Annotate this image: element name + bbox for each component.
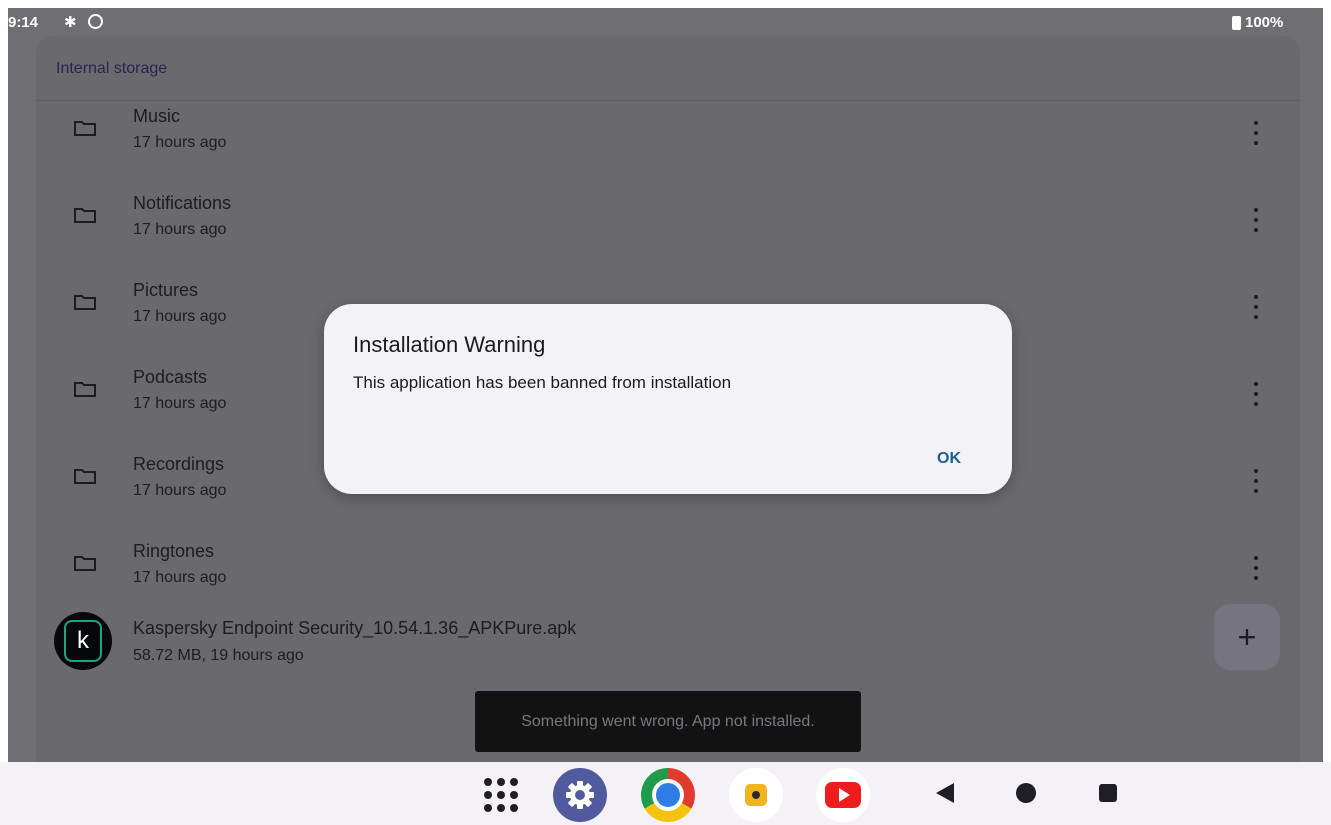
folder-icon <box>74 121 96 136</box>
recents-icon[interactable] <box>1099 784 1117 802</box>
more-options-icon[interactable] <box>1246 382 1266 406</box>
more-options-icon[interactable] <box>1246 208 1266 232</box>
folder-name: Ringtones <box>133 541 215 561</box>
dialog-message: This application has been banned from in… <box>353 373 732 392</box>
youtube-icon[interactable] <box>816 768 870 822</box>
home-icon[interactable] <box>1016 783 1036 803</box>
folder-icon <box>74 556 96 571</box>
battery-level: 100% <box>1245 14 1284 31</box>
frame-left <box>0 8 8 762</box>
settings-notification-icon: ✱ <box>64 14 77 31</box>
add-button[interactable]: + <box>1214 604 1280 670</box>
folder-meta: 17 hours ago <box>133 395 227 412</box>
more-options-icon[interactable] <box>1246 556 1266 580</box>
folder-row-notifications[interactable]: Notifications 17 hours ago <box>36 187 1300 274</box>
installation-warning-dialog: Installation Warning This application ha… <box>324 304 1012 494</box>
settings-icon[interactable] <box>553 768 607 822</box>
folder-name: Podcasts <box>133 367 208 387</box>
folder-meta: 17 hours ago <box>133 221 227 238</box>
status-bar: 9:14 ✱ 100% <box>8 8 1323 38</box>
back-icon[interactable] <box>936 783 954 803</box>
battery-icon <box>1232 15 1241 30</box>
error-toast: Something went wrong. App not installed. <box>475 691 861 752</box>
folder-row-music[interactable]: Music 17 hours ago <box>36 100 1300 187</box>
location-header: Internal storage <box>36 36 1300 101</box>
folder-name: Pictures <box>133 280 199 300</box>
folder-name: Notifications <box>133 193 232 213</box>
folder-name: Music <box>133 106 181 126</box>
file-meta: 58.72 MB, 19 hours ago <box>133 647 304 664</box>
frame-top <box>0 0 1331 8</box>
recorder-icon[interactable] <box>729 768 783 822</box>
dialog-title: Installation Warning <box>353 332 546 357</box>
folder-meta: 17 hours ago <box>133 482 227 499</box>
file-name: Kaspersky Endpoint Security_10.54.1.36_A… <box>133 618 577 638</box>
more-options-icon[interactable] <box>1246 121 1266 145</box>
file-row-apk[interactable]: Kaspersky Endpoint Security_10.54.1.36_A… <box>36 602 1186 689</box>
more-options-icon[interactable] <box>1246 295 1266 319</box>
status-time: 9:14 <box>8 14 39 31</box>
folder-meta: 17 hours ago <box>133 569 227 586</box>
more-options-icon[interactable] <box>1246 469 1266 493</box>
frame-right <box>1323 8 1331 762</box>
folder-meta: 17 hours ago <box>133 308 227 325</box>
folder-icon <box>74 382 96 397</box>
taskbar <box>0 762 1331 825</box>
battery-status: 100% <box>1232 14 1283 31</box>
folder-icon <box>74 295 96 310</box>
toast-message: Something went wrong. App not installed. <box>521 712 815 730</box>
folder-meta: 17 hours ago <box>133 134 227 151</box>
sync-notification-icon <box>88 14 103 29</box>
ok-button[interactable]: OK <box>929 446 969 472</box>
location-title: Internal storage <box>56 60 168 77</box>
chrome-icon[interactable] <box>641 768 695 822</box>
app-drawer-icon[interactable] <box>474 768 528 822</box>
folder-icon <box>74 469 96 484</box>
folder-name: Recordings <box>133 454 225 474</box>
folder-icon <box>74 208 96 223</box>
